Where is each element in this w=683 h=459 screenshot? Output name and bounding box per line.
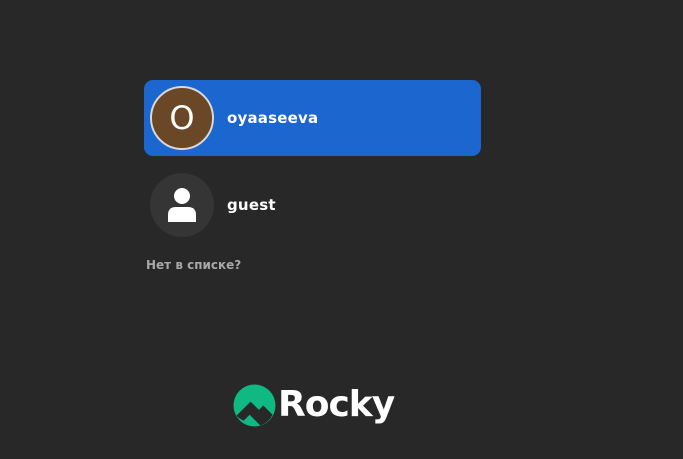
user-name-label: guest (227, 196, 276, 214)
avatar: O (150, 86, 214, 150)
user-name-label: oyaaseeva (227, 109, 319, 127)
user-silhouette-icon (168, 188, 196, 222)
user-item-oyaaseeva[interactable]: O oyaaseeva (144, 80, 481, 156)
not-listed-link[interactable]: Нет в списке? (146, 258, 241, 272)
login-screen: O oyaaseeva guest Нет в списке? Rocky (0, 0, 683, 459)
brand-logo: Rocky (233, 381, 408, 429)
user-item-guest[interactable]: guest (144, 167, 481, 243)
avatar-initial: O (169, 99, 195, 137)
rocky-linux-logo-icon (233, 383, 276, 427)
brand-name: Rocky (278, 384, 395, 425)
avatar (150, 173, 214, 237)
